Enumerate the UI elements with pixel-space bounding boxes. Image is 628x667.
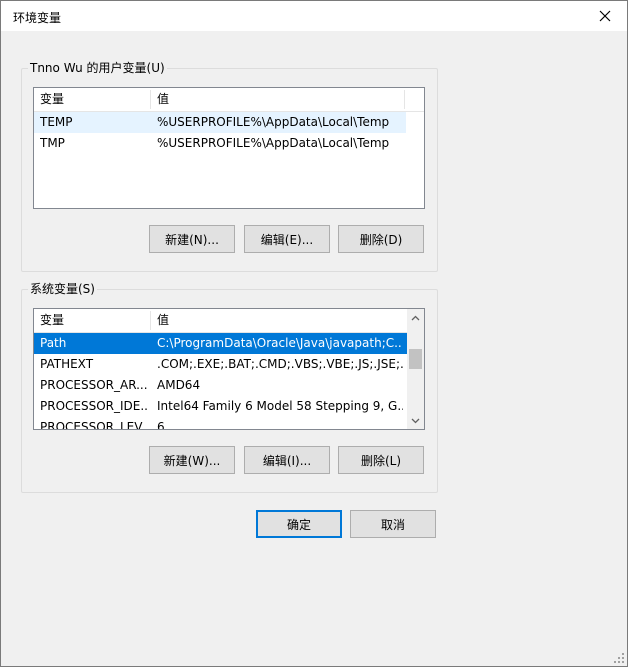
column-header-value[interactable]: 值 <box>151 309 404 332</box>
user-edit-button[interactable]: 编辑(E)... <box>244 225 330 253</box>
chevron-down-icon <box>411 418 420 423</box>
user-delete-button[interactable]: 删除(D) <box>338 225 424 253</box>
cancel-button[interactable]: 取消 <box>350 510 436 538</box>
environment-variables-dialog: 环境变量 Tnno Wu 的用户变量(U) 变量 值 TEMP %USERPRO… <box>0 0 628 667</box>
system-variable-row-processor-level[interactable]: PROCESSOR_LEV... 6 <box>34 417 407 430</box>
user-new-button[interactable]: 新建(N)... <box>149 225 235 253</box>
user-variables-list[interactable]: 变量 值 TEMP %USERPROFILE%\AppData\Local\Te… <box>33 87 425 209</box>
variable-name: PROCESSOR_LEV... <box>40 420 148 430</box>
variable-value: C:\ProgramData\Oracle\Java\javapath;C... <box>157 336 403 350</box>
user-variables-label: Tnno Wu 的用户变量(U) <box>28 61 167 75</box>
system-variable-row-path[interactable]: Path C:\ProgramData\Oracle\Java\javapath… <box>34 333 407 354</box>
column-header-value[interactable]: 值 <box>151 88 404 111</box>
system-variables-header: 变量 值 <box>34 309 407 333</box>
user-variables-header: 变量 值 <box>34 88 424 112</box>
chevron-up-icon <box>411 315 420 320</box>
variable-value: Intel64 Family 6 Model 58 Stepping 9, G.… <box>157 399 403 413</box>
variable-name: PROCESSOR_IDE... <box>40 399 148 413</box>
scrollbar-thumb[interactable] <box>409 349 422 369</box>
column-separator[interactable] <box>404 90 405 109</box>
user-variable-row-tmp[interactable]: TMP %USERPROFILE%\AppData\Local\Temp <box>34 133 406 154</box>
scroll-down-button[interactable] <box>407 412 424 429</box>
title-bar[interactable]: 环境变量 <box>1 1 627 31</box>
user-variable-row-temp[interactable]: TEMP %USERPROFILE%\AppData\Local\Temp <box>34 112 406 133</box>
system-variables-scrollbar[interactable] <box>407 309 424 429</box>
scroll-up-button[interactable] <box>407 309 424 326</box>
window-title: 环境变量 <box>13 11 62 25</box>
column-header-variable[interactable]: 变量 <box>34 88 150 111</box>
variable-name: PROCESSOR_AR... <box>40 378 148 392</box>
close-icon <box>599 10 611 22</box>
variable-name: Path <box>40 336 67 350</box>
system-new-button[interactable]: 新建(W)... <box>149 446 235 474</box>
variable-value: .COM;.EXE;.BAT;.CMD;.VBS;.VBE;.JS;.JSE;.… <box>157 357 403 371</box>
system-variable-row-processor-architecture[interactable]: PROCESSOR_AR... AMD64 <box>34 375 407 396</box>
system-edit-button[interactable]: 编辑(I)... <box>244 446 330 474</box>
system-variables-label: 系统变量(S) <box>28 282 97 296</box>
resize-grip-icon[interactable] <box>613 652 625 664</box>
variable-value: 6 <box>157 420 165 430</box>
variable-value: %USERPROFILE%\AppData\Local\Temp <box>157 136 390 150</box>
ok-button[interactable]: 确定 <box>256 510 342 538</box>
system-delete-button[interactable]: 删除(L) <box>338 446 424 474</box>
variable-value: AMD64 <box>157 378 201 392</box>
system-variable-row-pathext[interactable]: PATHEXT .COM;.EXE;.BAT;.CMD;.VBS;.VBE;.J… <box>34 354 407 375</box>
column-header-variable[interactable]: 变量 <box>34 309 150 332</box>
variable-name: TEMP <box>40 115 73 129</box>
system-variables-list[interactable]: 变量 值 Path C:\ProgramData\Oracle\Java\jav… <box>33 308 425 430</box>
variable-name: TMP <box>40 136 65 150</box>
system-variable-row-processor-identifier[interactable]: PROCESSOR_IDE... Intel64 Family 6 Model … <box>34 396 407 417</box>
variable-name: PATHEXT <box>40 357 94 371</box>
variable-value: %USERPROFILE%\AppData\Local\Temp <box>157 115 390 129</box>
close-button[interactable] <box>583 1 627 31</box>
